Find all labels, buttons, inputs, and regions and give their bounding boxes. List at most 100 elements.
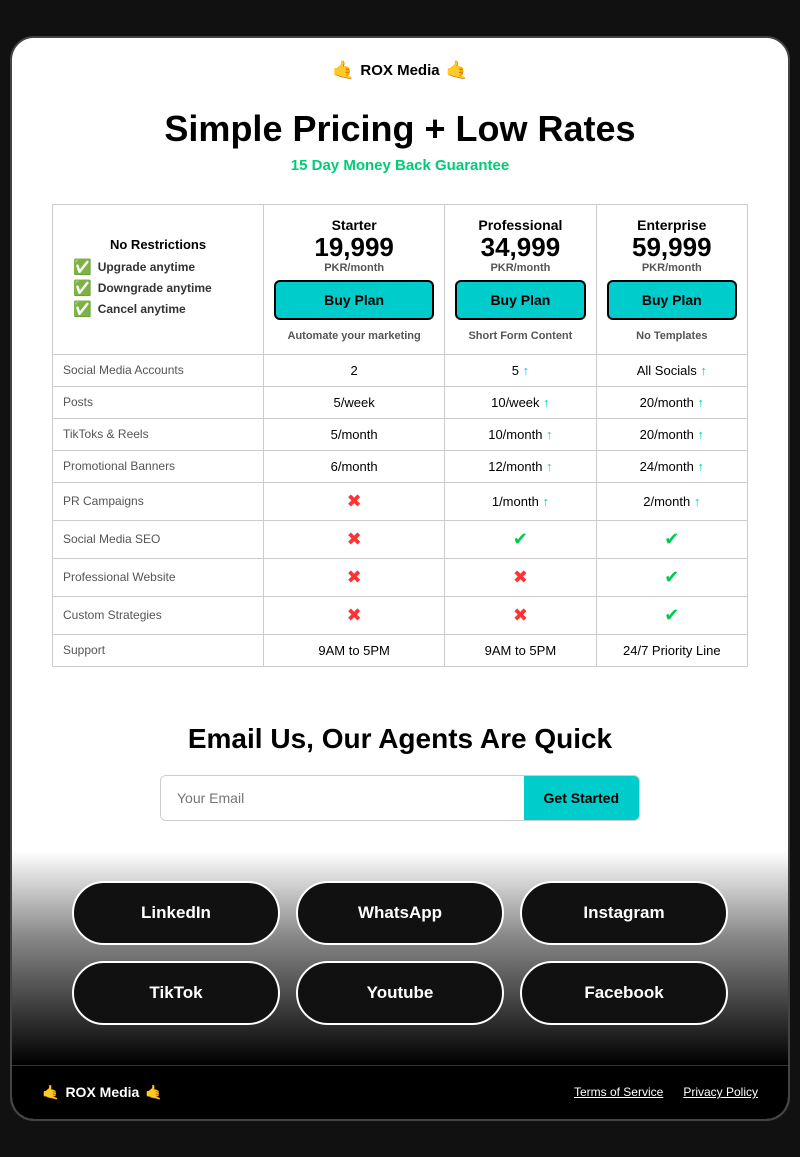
social-button-tiktok[interactable]: TikTok (72, 961, 280, 1025)
table-row: Posts5/week10/week ↑20/month ↑ (53, 386, 748, 418)
professional-price: 34,999 (455, 233, 585, 262)
enterprise-name: Enterprise (607, 217, 737, 233)
email-input[interactable] (161, 776, 524, 820)
email-heading: Email Us, Our Agents Are Quick (52, 723, 748, 755)
row-label: PR Campaigns (53, 482, 264, 520)
table-cell: 12/month ↑ (445, 450, 596, 482)
table-cell: ✖ (264, 520, 445, 558)
check-icon-1: ✅ (73, 258, 92, 276)
footer-link-privacy-policy[interactable]: Privacy Policy (683, 1085, 758, 1099)
x-icon: ✖ (347, 567, 362, 587)
enterprise-buy-button[interactable]: Buy Plan (607, 280, 737, 320)
starter-buy-button[interactable]: Buy Plan (274, 280, 434, 320)
table-cell: 2/month ↑ (596, 482, 747, 520)
restriction-item-2: ✅ Downgrade anytime (73, 279, 243, 297)
email-form: Get Started (160, 775, 640, 821)
no-restrictions-title: No Restrictions (73, 237, 243, 252)
header: 🤙 ROX Media 🤙 (12, 38, 788, 91)
up-arrow-icon: ↑ (543, 395, 550, 410)
table-cell: 9AM to 5PM (445, 634, 596, 666)
check-icon: ✔ (664, 529, 679, 549)
table-cell: 5/week (264, 386, 445, 418)
footer-link-terms-of-service[interactable]: Terms of Service (574, 1085, 663, 1099)
table-cell: 5/month (264, 418, 445, 450)
x-icon: ✖ (347, 491, 362, 511)
table-cell: 2 (264, 354, 445, 386)
restriction-item-1: ✅ Upgrade anytime (73, 258, 243, 276)
footer-brand-name: ROX Media (65, 1084, 139, 1100)
table-cell: 24/7 Priority Line (596, 634, 747, 666)
plan-header-professional: Professional 34,999 PKR/month Buy Plan S… (445, 205, 596, 355)
brand-logo: 🤙 ROX Media 🤙 (32, 60, 768, 81)
professional-currency: PKR/month (455, 262, 585, 274)
table-cell: ✔ (445, 520, 596, 558)
no-restrictions-header: No Restrictions ✅ Upgrade anytime ✅ Down… (53, 205, 264, 355)
enterprise-currency: PKR/month (607, 262, 737, 274)
up-arrow-icon: ↑ (546, 427, 553, 442)
row-label: Posts (53, 386, 264, 418)
x-icon: ✖ (513, 605, 528, 625)
up-arrow-icon: ↑ (523, 363, 530, 378)
social-grid: LinkedInWhatsAppInstagram TikTokYoutubeFa… (72, 881, 728, 1025)
professional-name: Professional (455, 217, 585, 233)
social-button-whatsapp[interactable]: WhatsApp (296, 881, 504, 945)
pricing-table: No Restrictions ✅ Upgrade anytime ✅ Down… (52, 204, 748, 667)
table-cell: 5 ↑ (445, 354, 596, 386)
up-arrow-icon: ↑ (697, 395, 704, 410)
table-cell: 6/month (264, 450, 445, 482)
enterprise-desc: No Templates (607, 330, 737, 342)
table-row: Promotional Banners6/month12/month ↑24/m… (53, 450, 748, 482)
x-icon: ✖ (347, 605, 362, 625)
table-row: PR Campaigns ✖ 1/month ↑2/month ↑ (53, 482, 748, 520)
table-row: Social Media Accounts25 ↑All Socials ↑ (53, 354, 748, 386)
check-icon: ✔ (664, 567, 679, 587)
table-row: Custom Strategies✖✖✔ (53, 596, 748, 634)
plan-header-starter: Starter 19,999 PKR/month Buy Plan Automa… (264, 205, 445, 355)
starter-desc: Automate your marketing (274, 330, 434, 342)
table-cell: 24/month ↑ (596, 450, 747, 482)
social-button-youtube[interactable]: Youtube (296, 961, 504, 1025)
table-cell: All Socials ↑ (596, 354, 747, 386)
guarantee-text: 15 Day Money Back Guarantee (32, 157, 768, 174)
hero-section: Simple Pricing + Low Rates 15 Day Money … (12, 91, 788, 184)
check-icon: ✔ (664, 605, 679, 625)
row-label: Professional Website (53, 558, 264, 596)
restriction-item-3: ✅ Cancel anytime (73, 300, 243, 318)
social-button-instagram[interactable]: Instagram (520, 881, 728, 945)
social-button-linkedin[interactable]: LinkedIn (72, 881, 280, 945)
table-cell: ✖ (445, 596, 596, 634)
hero-title: Simple Pricing + Low Rates (32, 109, 768, 149)
row-label: Social Media Accounts (53, 354, 264, 386)
starter-name: Starter (274, 217, 434, 233)
up-arrow-icon: ↑ (694, 494, 701, 509)
check-icon-3: ✅ (73, 300, 92, 318)
table-cell: ✔ (596, 596, 747, 634)
table-cell: ✖ (264, 482, 445, 520)
table-cell: ✔ (596, 558, 747, 596)
restriction-label-2: Downgrade anytime (98, 281, 212, 295)
hand-left-icon: 🤙 (332, 60, 354, 81)
table-cell: 1/month ↑ (445, 482, 596, 520)
table-cell: ✔ (596, 520, 747, 558)
up-arrow-icon: ↑ (697, 459, 704, 474)
social-button-facebook[interactable]: Facebook (520, 961, 728, 1025)
social-section: LinkedInWhatsAppInstagram TikTokYoutubeFa… (12, 851, 788, 1065)
footer-hand-right-icon: 🤙 (145, 1084, 162, 1101)
table-row: Professional Website ✖ ✖ ✔ (53, 558, 748, 596)
plan-header-enterprise: Enterprise 59,999 PKR/month Buy Plan No … (596, 205, 747, 355)
table-cell: ✖ (264, 558, 445, 596)
table-row: TikToks & Reels5/month10/month ↑20/month… (53, 418, 748, 450)
professional-buy-button[interactable]: Buy Plan (455, 280, 585, 320)
table-cell: 9AM to 5PM (264, 634, 445, 666)
up-arrow-icon: ↑ (697, 427, 704, 442)
enterprise-price: 59,999 (607, 233, 737, 262)
table-cell: 10/week ↑ (445, 386, 596, 418)
x-icon: ✖ (347, 529, 362, 549)
starter-price: 19,999 (274, 233, 434, 262)
x-icon: ✖ (513, 567, 528, 587)
get-started-button[interactable]: Get Started (524, 776, 639, 820)
email-section: Email Us, Our Agents Are Quick Get Start… (12, 687, 788, 851)
table-cell: ✖ (264, 596, 445, 634)
restriction-label-3: Cancel anytime (98, 302, 186, 316)
up-arrow-icon: ↑ (542, 494, 549, 509)
